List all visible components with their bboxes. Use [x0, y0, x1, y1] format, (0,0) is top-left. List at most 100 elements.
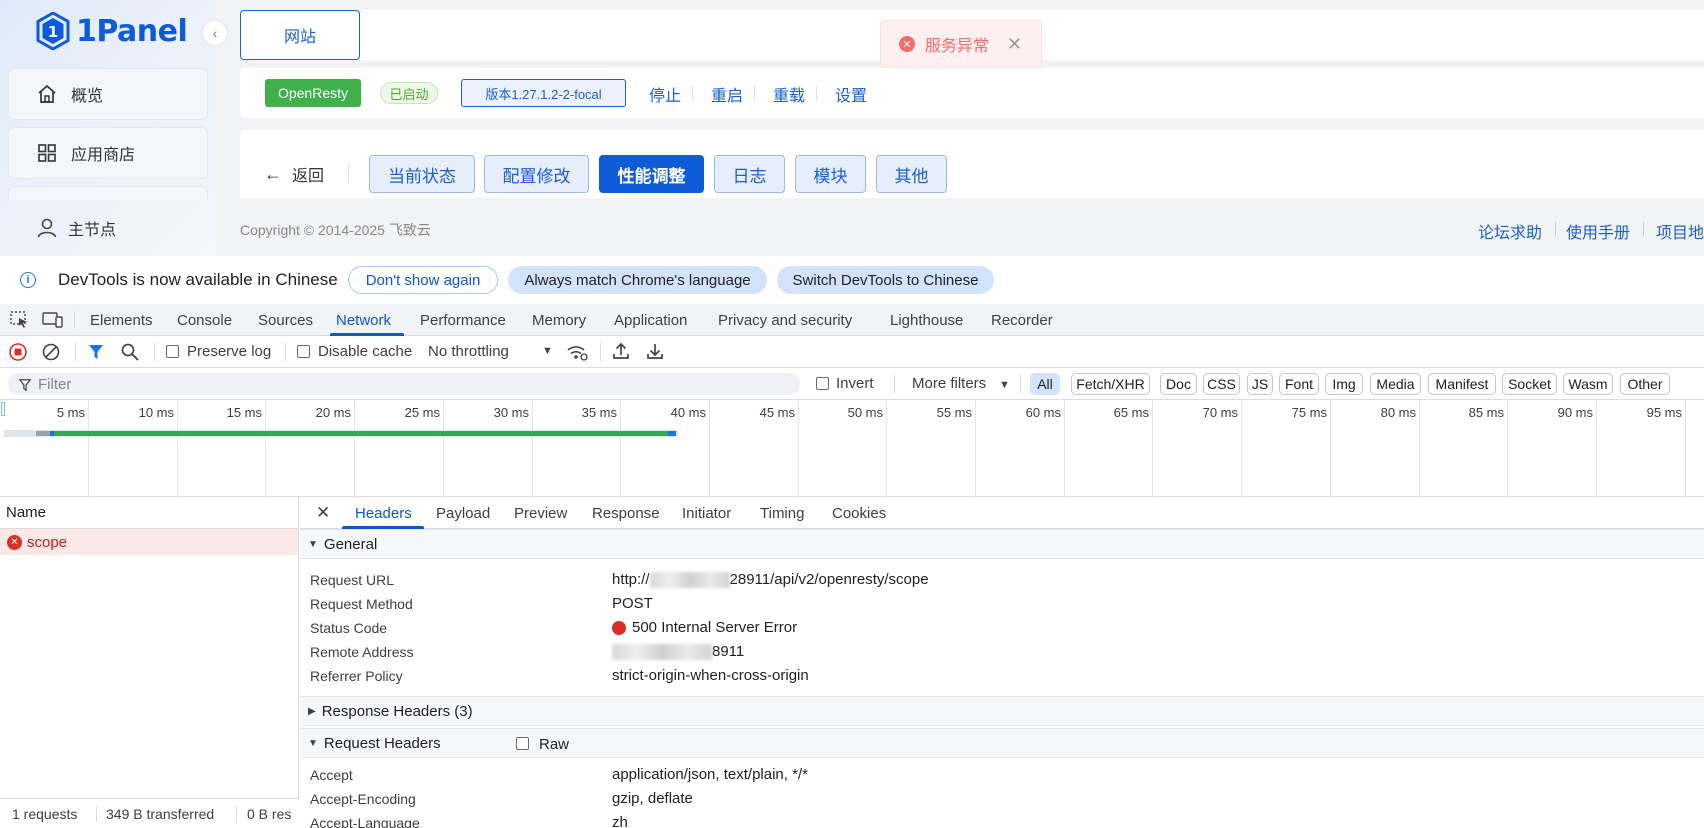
tab-memory[interactable]: Memory	[532, 312, 586, 329]
type-filter-font[interactable]: Font	[1279, 373, 1319, 395]
divider	[236, 806, 237, 822]
tab-cookies[interactable]: Cookies	[832, 505, 886, 522]
match-language-button[interactable]: Always match Chrome's language	[508, 266, 767, 294]
sidebar-item-overview[interactable]: 概览	[8, 68, 208, 120]
tab-headers[interactable]: Headers	[355, 505, 412, 522]
timeline-tick-label: 35 ms	[581, 405, 617, 420]
tab-network[interactable]: Network	[336, 312, 391, 329]
upload-icon[interactable]	[612, 342, 630, 365]
type-filter-manifest[interactable]: Manifest	[1428, 373, 1496, 395]
tab-preview[interactable]: Preview	[514, 505, 567, 522]
download-icon[interactable]	[646, 342, 664, 365]
tab-initiator[interactable]: Initiator	[682, 505, 731, 522]
tab-other[interactable]: 其他	[876, 155, 947, 193]
tab-website[interactable]: 网站	[240, 10, 360, 60]
more-filters-button[interactable]: More filters	[912, 375, 986, 392]
project-link[interactable]: 项目地	[1656, 219, 1704, 243]
divider	[754, 86, 755, 100]
tab-config-edit[interactable]: 配置修改	[484, 155, 589, 193]
tab-logs[interactable]: 日志	[714, 155, 785, 193]
tab-current-status[interactable]: 当前状态	[369, 155, 475, 193]
tab-lighthouse[interactable]: Lighthouse	[890, 312, 963, 329]
tab-modules[interactable]: 模块	[795, 155, 866, 193]
settings-button[interactable]: 设置	[835, 82, 867, 106]
expanded-triangle-icon: ▼	[308, 538, 318, 550]
device-toolbar-icon[interactable]	[42, 311, 64, 334]
filter-icon[interactable]	[88, 344, 104, 365]
logo[interactable]: 1 1Panel	[36, 12, 188, 50]
timeline-tick-label: 55 ms	[936, 405, 972, 420]
type-filter-media[interactable]: Media	[1370, 373, 1421, 395]
tab-performance-tuning[interactable]: 性能调整	[599, 155, 704, 193]
reload-button[interactable]: 重载	[773, 82, 805, 106]
timeline-gridline	[1152, 400, 1153, 497]
tab-elements[interactable]: Elements	[90, 312, 153, 329]
tab-console[interactable]: Console	[177, 312, 232, 329]
divider	[1020, 375, 1021, 393]
invert-checkbox[interactable]	[816, 377, 829, 390]
dropdown-arrow-icon: ▼	[542, 345, 553, 357]
clear-icon[interactable]	[42, 343, 60, 366]
type-filter-wasm[interactable]: Wasm	[1563, 373, 1613, 395]
tab-timing[interactable]: Timing	[760, 505, 804, 522]
response-headers-section-header[interactable]: ▶ Response Headers (3)	[300, 696, 1704, 726]
timeline-tick-label: 45 ms	[759, 405, 795, 420]
disable-cache-checkbox[interactable]	[297, 345, 310, 358]
timeline-gridline	[177, 400, 178, 497]
general-section-header[interactable]: ▼ General	[300, 529, 1704, 559]
divider	[154, 343, 155, 361]
name-column-header[interactable]: Name	[0, 497, 299, 529]
timeline-gridline	[886, 400, 887, 497]
manual-link[interactable]: 使用手册	[1566, 219, 1630, 243]
tab-privacy-security[interactable]: Privacy and security	[718, 312, 852, 329]
inspect-element-icon[interactable]	[10, 311, 30, 334]
collapse-sidebar-button[interactable]: ‹	[202, 20, 228, 46]
search-icon[interactable]	[121, 343, 139, 366]
close-icon[interactable]: ✕	[316, 503, 330, 523]
switch-to-chinese-button[interactable]: Switch DevTools to Chinese	[777, 266, 994, 294]
timeline-tick-label: 5 ms	[56, 405, 85, 420]
forum-link[interactable]: 论坛求助	[1478, 219, 1542, 243]
stop-button[interactable]: 停止	[649, 82, 681, 106]
resource-size: 0 B res	[247, 806, 292, 822]
type-filter-socket[interactable]: Socket	[1502, 373, 1557, 395]
timeline-gridline	[532, 400, 533, 497]
record-stop-icon[interactable]	[9, 343, 27, 366]
tab-response[interactable]: Response	[592, 505, 660, 522]
throttling-select[interactable]: No throttling	[428, 343, 509, 360]
type-filter-other[interactable]: Other	[1620, 373, 1670, 395]
dont-show-again-button[interactable]: Don't show again	[348, 266, 498, 294]
divider	[894, 375, 895, 393]
request-headers-section-header[interactable]: ▼ Request Headers	[300, 728, 1704, 758]
divider	[285, 343, 286, 361]
timeline-handle[interactable]	[1, 402, 5, 416]
network-conditions-icon[interactable]	[566, 343, 588, 366]
request-row[interactable]: ✕ scope	[0, 529, 298, 555]
node-selector[interactable]: 主节点	[0, 200, 216, 256]
type-filter-fetch-xhr[interactable]: Fetch/XHR	[1071, 373, 1150, 395]
close-icon[interactable]: ✕	[1007, 34, 1022, 55]
type-filter-img[interactable]: Img	[1325, 373, 1363, 395]
type-filter-doc[interactable]: Doc	[1160, 373, 1197, 395]
type-filter-all[interactable]: All	[1030, 373, 1060, 395]
sidebar-item-app-store[interactable]: 应用商店	[8, 127, 208, 179]
divider	[1643, 222, 1644, 236]
type-filter-css[interactable]: CSS	[1203, 373, 1240, 395]
back-button[interactable]: ← 返回	[264, 162, 324, 186]
tab-application[interactable]: Application	[614, 312, 687, 329]
status-code-value: 500 Internal Server Error	[612, 619, 797, 636]
filter-input[interactable]: Filter	[8, 373, 800, 395]
tab-performance[interactable]: Performance	[420, 312, 506, 329]
tab-recorder[interactable]: Recorder	[991, 312, 1053, 329]
collapsed-triangle-icon: ▶	[308, 705, 316, 717]
raw-checkbox[interactable]	[516, 737, 529, 750]
type-filter-js[interactable]: JS	[1247, 373, 1273, 395]
tab-sources[interactable]: Sources	[258, 312, 313, 329]
preserve-log-checkbox[interactable]	[166, 345, 179, 358]
divider	[692, 86, 693, 100]
divider	[96, 806, 97, 822]
restart-button[interactable]: 重启	[711, 82, 743, 106]
node-label: 主节点	[68, 222, 117, 239]
timeline-gridline	[1419, 400, 1420, 497]
tab-payload[interactable]: Payload	[436, 505, 490, 522]
